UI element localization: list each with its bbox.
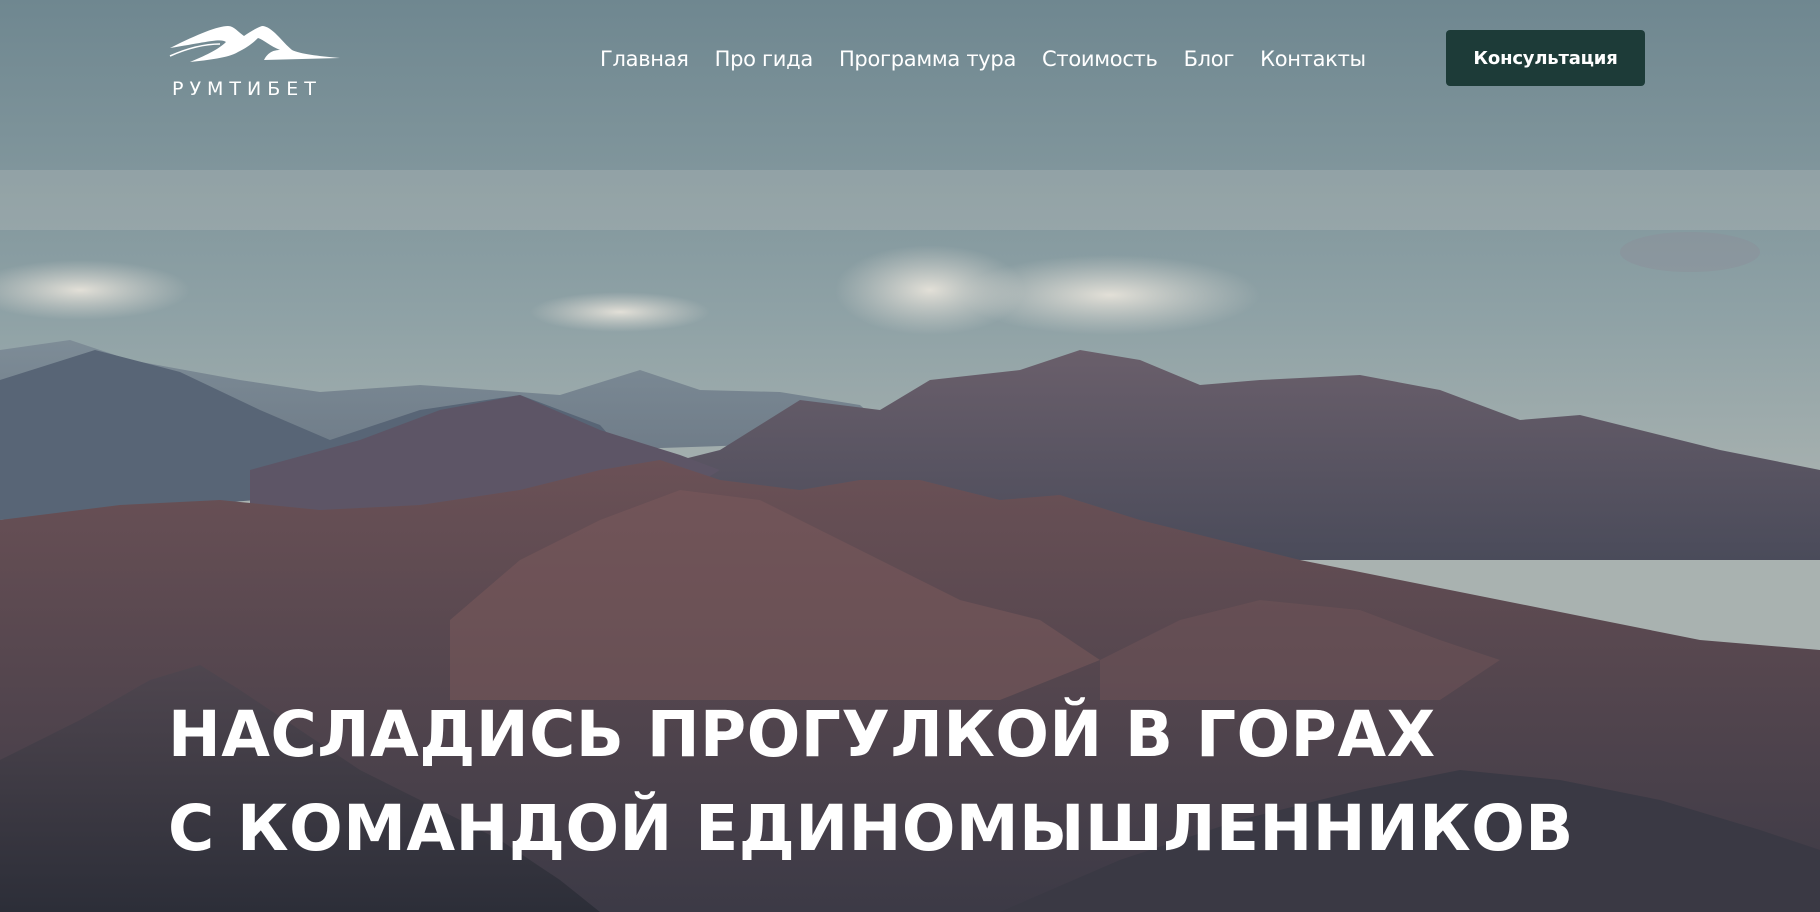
hero-headline-line-1: НАСЛАДИСЬ ПРОГУЛКОЙ В ГОРАХ bbox=[168, 698, 1436, 771]
nav-item-about-guide[interactable]: Про гида bbox=[715, 47, 814, 71]
main-nav: Главная Про гида Программа тура Стоимост… bbox=[600, 42, 1392, 76]
mountain-logo-icon bbox=[169, 26, 340, 62]
nav-item-blog[interactable]: Блог bbox=[1184, 47, 1235, 71]
logo-wordmark: РУМТИБЕТ bbox=[172, 78, 322, 100]
hero-headline: НАСЛАДИСЬ ПРОГУЛКОЙ В ГОРАХ С КОМАНДОЙ Е… bbox=[168, 688, 1574, 876]
consultation-button[interactable]: Консультация bbox=[1446, 30, 1645, 86]
nav-item-contacts[interactable]: Контакты bbox=[1260, 47, 1366, 71]
logo[interactable]: РУМТИБЕТ bbox=[168, 22, 344, 102]
hero-section: РУМТИБЕТ Главная Про гида Программа тура… bbox=[0, 0, 1820, 912]
nav-item-tour-program[interactable]: Программа тура bbox=[839, 47, 1016, 71]
nav-item-price[interactable]: Стоимость bbox=[1042, 47, 1158, 71]
nav-item-home[interactable]: Главная bbox=[600, 47, 689, 71]
hero-headline-line-2: С КОМАНДОЙ ЕДИНОМЫШЛЕННИКОВ bbox=[168, 792, 1574, 865]
site-header: РУМТИБЕТ Главная Про гида Программа тура… bbox=[0, 0, 1820, 120]
